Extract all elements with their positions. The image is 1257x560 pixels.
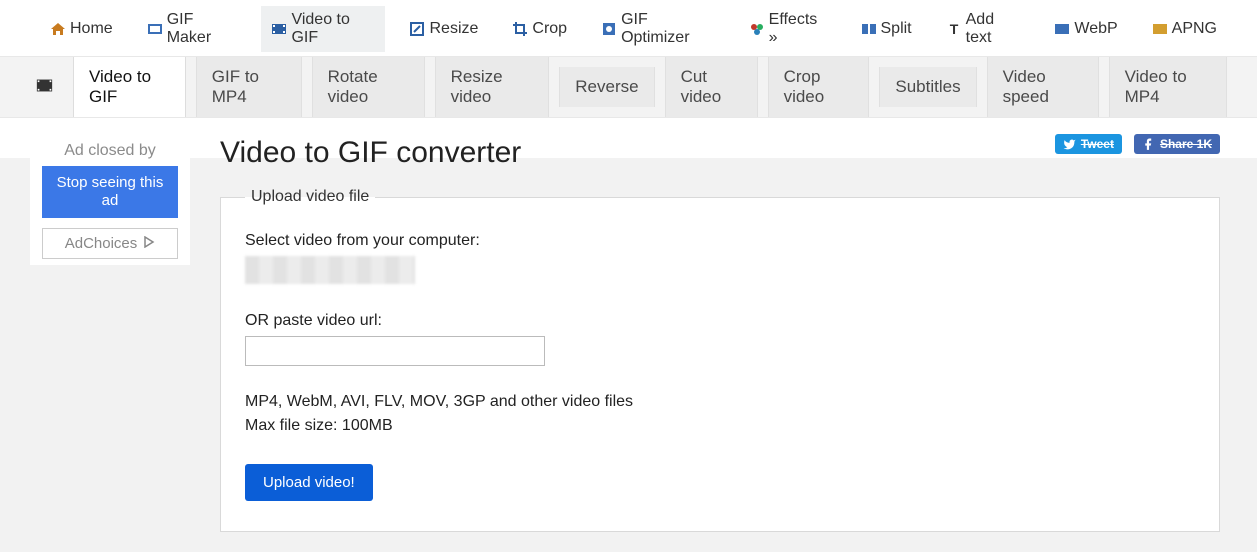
tab-cut-video[interactable]: Cut video: [665, 57, 758, 117]
tab-video-speed[interactable]: Video speed: [987, 57, 1099, 117]
or-paste-label: OR paste video url:: [245, 312, 1195, 330]
ad-sidebar: Ad closed by Stop seeing this ad AdChoic…: [30, 132, 190, 265]
select-video-label: Select video from your computer:: [245, 232, 1195, 250]
twitter-icon: [1063, 138, 1076, 151]
nav-gif-optimizer[interactable]: GIF Optimizer: [591, 6, 725, 52]
top-nav: Home GIF Maker Video to GIF Resize Crop …: [0, 0, 1257, 56]
effects-icon: [749, 21, 765, 37]
stop-seeing-ad-button[interactable]: Stop seeing this ad: [42, 166, 178, 218]
facebook-icon: [1142, 138, 1155, 151]
nav-add-text[interactable]: T Add text: [936, 6, 1031, 52]
tab-crop-video[interactable]: Crop video: [768, 57, 870, 117]
apng-icon: [1152, 21, 1168, 37]
ad-closed-text: Ad closed by: [30, 138, 190, 166]
fb-share-button[interactable]: Share 1K: [1134, 134, 1220, 154]
adchoices-button[interactable]: AdChoices: [42, 228, 178, 259]
split-icon: [861, 21, 877, 37]
tab-reverse[interactable]: Reverse: [559, 67, 654, 107]
tab-rotate-video[interactable]: Rotate video: [312, 57, 425, 117]
tab-video-to-gif[interactable]: Video to GIF: [73, 57, 186, 117]
upload-legend: Upload video file: [245, 188, 375, 206]
upload-video-button[interactable]: Upload video!: [245, 464, 373, 501]
supported-formats-hint: MP4, WebM, AVI, FLV, MOV, 3GP and other …: [245, 390, 1195, 438]
resize-icon: [409, 21, 425, 37]
nav-gif-maker[interactable]: GIF Maker: [137, 6, 248, 52]
nav-video-to-gif[interactable]: Video to GIF: [261, 6, 385, 52]
nav-resize[interactable]: Resize: [399, 15, 488, 43]
film-icon: [36, 77, 53, 97]
adchoices-icon: [143, 235, 155, 252]
nav-apng[interactable]: APNG: [1142, 15, 1227, 43]
page-title: Video to GIF converter: [220, 136, 521, 170]
file-input[interactable]: [245, 256, 415, 284]
webp-icon: [1054, 21, 1070, 37]
video-icon: [271, 21, 287, 37]
gif-icon: [147, 21, 163, 37]
svg-text:T: T: [949, 21, 958, 37]
nav-home[interactable]: Home: [40, 15, 123, 43]
crop-icon: [512, 21, 528, 37]
tab-resize-video[interactable]: Resize video: [435, 57, 550, 117]
optimize-icon: [601, 21, 617, 37]
video-url-input[interactable]: [245, 336, 545, 366]
share-buttons: Tweet Share 1K: [1055, 134, 1220, 154]
tab-video-to-mp4[interactable]: Video to MP4: [1109, 57, 1227, 117]
sub-nav-wrap: Video to GIF GIF to MP4 Rotate video Res…: [0, 56, 1257, 118]
nav-effects[interactable]: Effects »: [739, 6, 837, 52]
main-content: Video to GIF converter Tweet Share 1K Up…: [190, 118, 1230, 532]
nav-crop[interactable]: Crop: [502, 15, 577, 43]
tweet-button[interactable]: Tweet: [1055, 134, 1122, 154]
text-icon: T: [946, 21, 962, 37]
sub-nav: Video to GIF GIF to MP4 Rotate video Res…: [20, 57, 1237, 117]
upload-fieldset: Upload video file Select video from your…: [220, 188, 1220, 532]
nav-webp[interactable]: WebP: [1044, 15, 1127, 43]
nav-split[interactable]: Split: [851, 15, 922, 43]
tab-subtitles[interactable]: Subtitles: [879, 67, 976, 107]
home-icon: [50, 21, 66, 37]
tab-gif-to-mp4[interactable]: GIF to MP4: [196, 57, 302, 117]
